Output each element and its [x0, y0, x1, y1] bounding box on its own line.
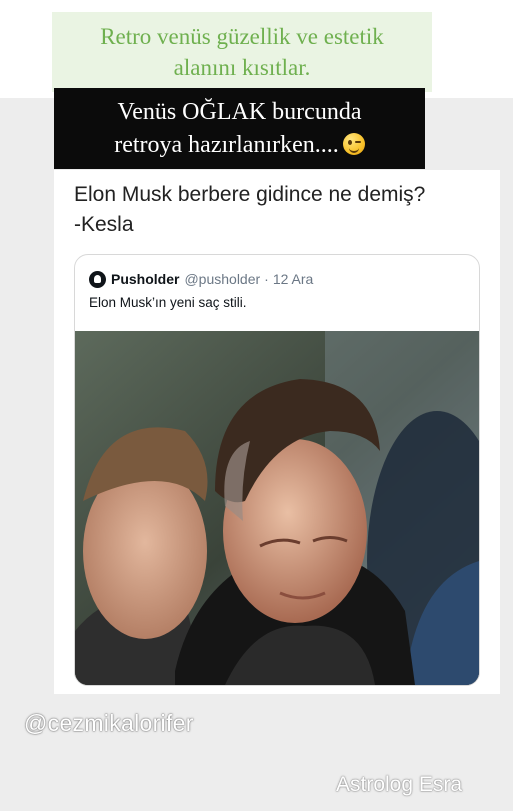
quoted-tweet-text: Elon Musk’ın yeni saç stili.: [89, 295, 247, 310]
tweet-text-line-1: Elon Musk berbere gidince ne demiş?: [74, 183, 426, 206]
quoted-tweet-photo[interactable]: [75, 331, 479, 685]
dark-caption-line-2-text: retroya hazırlanırken....: [114, 131, 339, 158]
quoted-tweet-date[interactable]: 12 Ara: [273, 271, 313, 287]
pusholder-avatar-icon[interactable]: [89, 270, 106, 288]
header-separator: ·: [264, 271, 269, 287]
dark-caption-box: Venüs OĞLAK burcunda retroya hazırlanırk…: [54, 88, 425, 169]
quoted-tweet-card[interactable]: Pusholder @pusholder · 12 Ara Elon Musk’…: [74, 254, 480, 686]
dark-caption-line-2: retroya hazırlanırken....: [114, 129, 365, 162]
green-caption-box: Retro venüs güzellik ve estetik alanını …: [52, 12, 432, 92]
tweet-text-line-2: -Kesla: [74, 213, 134, 236]
dark-caption-line-1: Venüs OĞLAK burcunda: [117, 98, 362, 125]
tweet-text: Elon Musk berbere gidince ne demiş? -Kes…: [74, 180, 494, 240]
green-caption-line-1: Retro venüs güzellik ve estetik: [100, 24, 384, 49]
quoted-author-handle[interactable]: @pusholder: [184, 271, 260, 287]
green-caption-line-2: alanını kısıtlar.: [173, 55, 311, 80]
creator-handle-watermark: @cezmikalorifer: [24, 710, 194, 736]
photo-illustration: [75, 331, 479, 685]
winking-face-icon: [342, 132, 365, 155]
quoted-author-name[interactable]: Pusholder: [111, 271, 179, 287]
quoted-tweet-header: Pusholder @pusholder · 12 Ara: [89, 269, 313, 289]
creator-name-watermark: Astrolog Esra: [336, 773, 463, 796]
